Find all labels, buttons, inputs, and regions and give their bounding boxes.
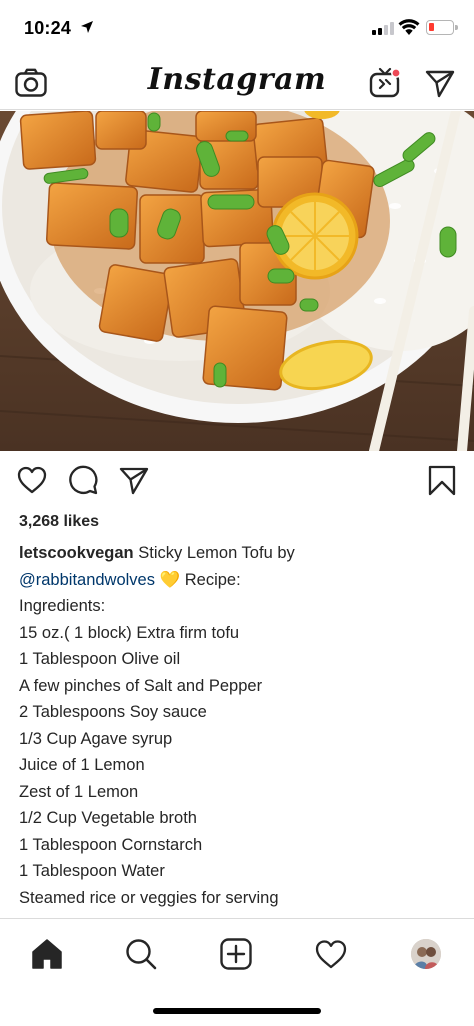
home-indicator bbox=[153, 1008, 321, 1014]
ingredient-line: Steamed rice or veggies for serving bbox=[19, 888, 279, 907]
ingredient-line: 1 Tablespoon Cornstarch bbox=[19, 835, 203, 854]
location-arrow-icon bbox=[81, 21, 93, 33]
ingredient-line: 1 Tablespoon Olive oil bbox=[19, 650, 181, 668]
post-actions bbox=[0, 460, 474, 504]
ingredient-line: Zest of 1 Lemon bbox=[19, 782, 139, 801]
ingredient-heading: Ingredients: bbox=[19, 597, 106, 615]
comment-icon[interactable] bbox=[67, 464, 99, 496]
ingredient-line: 1/3 Cup Agave syrup bbox=[19, 729, 173, 748]
instagram-logo: Instagram bbox=[147, 62, 327, 97]
ingredient-line: 1 Tablespoon Water bbox=[19, 862, 165, 880]
battery-icon bbox=[426, 20, 458, 35]
ingredient-line: Juice of 1 Lemon bbox=[19, 756, 145, 774]
direct-message-icon[interactable] bbox=[424, 67, 456, 99]
caption-first-line: letscookvegan Sticky Lemon Tofu by bbox=[19, 540, 459, 567]
ingredient-line: 15 oz.( 1 block) Extra firm tofu bbox=[19, 623, 240, 642]
profile-avatar[interactable] bbox=[411, 939, 441, 969]
caption-username[interactable]: letscookvegan bbox=[19, 544, 134, 562]
likes-count[interactable]: 3,268 likes bbox=[19, 513, 99, 531]
post-image[interactable] bbox=[0, 111, 474, 451]
caption-mention-link[interactable]: @rabbitandwolves bbox=[19, 571, 155, 589]
status-bar: 10:24 bbox=[0, 0, 474, 56]
ingredient-line: A few pinches of Salt and Pepper bbox=[19, 676, 263, 695]
status-time: 10:24 bbox=[24, 18, 72, 38]
ingredient-line: 2 Tablespoons Soy sauce bbox=[19, 703, 207, 721]
caption-recipe-label: Recipe: bbox=[184, 570, 241, 589]
app-header: Instagram bbox=[0, 56, 474, 110]
yellow-heart-emoji: 💛 bbox=[159, 570, 181, 589]
activity-heart-icon[interactable] bbox=[314, 937, 348, 971]
cellular-signal-icon bbox=[372, 21, 394, 35]
heart-icon[interactable] bbox=[16, 464, 48, 496]
profile-photo bbox=[411, 939, 441, 969]
share-icon[interactable] bbox=[118, 464, 150, 496]
post-caption: letscookvegan Sticky Lemon Tofu by @rabb… bbox=[19, 540, 459, 911]
bookmark-icon[interactable] bbox=[426, 464, 458, 496]
search-icon[interactable] bbox=[124, 937, 158, 971]
wifi-icon bbox=[398, 19, 420, 35]
caption-title-text: Sticky Lemon Tofu by bbox=[138, 544, 295, 562]
caption-second-line: @rabbitandwolves 💛 Recipe: bbox=[19, 567, 459, 594]
home-icon[interactable] bbox=[30, 937, 64, 971]
food-photo-image bbox=[0, 111, 474, 451]
igtv-icon[interactable] bbox=[368, 66, 402, 100]
add-post-icon[interactable] bbox=[219, 937, 253, 971]
ingredient-line: 1/2 Cup Vegetable broth bbox=[19, 809, 197, 827]
